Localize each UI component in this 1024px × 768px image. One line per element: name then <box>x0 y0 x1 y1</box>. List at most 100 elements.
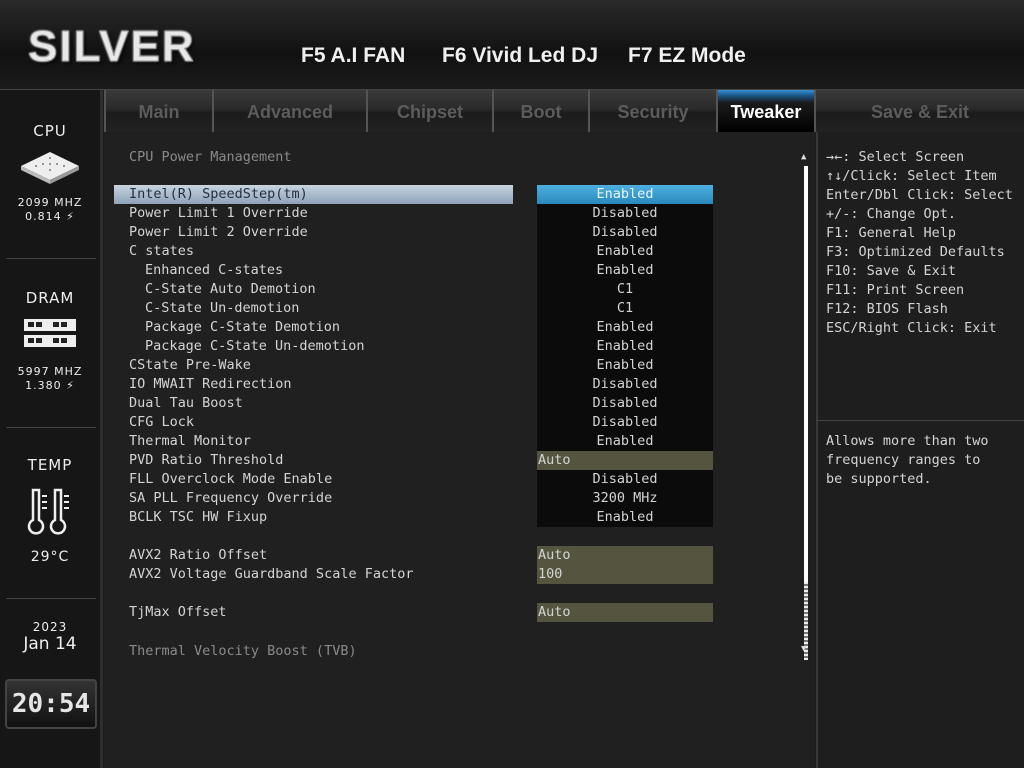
setting-value-select[interactable]: Disabled <box>537 223 713 242</box>
setting-row[interactable]: Power Limit 2 Override Disabled <box>114 223 714 242</box>
setting-row[interactable]: Dual Tau Boost Disabled <box>114 394 714 413</box>
setting-value-input[interactable]: Auto <box>537 546 713 565</box>
setting-row[interactable]: SA PLL Frequency Override 3200 MHz <box>114 489 714 508</box>
setting-row[interactable]: PVD Ratio Threshold Auto <box>114 451 714 470</box>
setting-label: AVX2 Voltage Guardband Scale Factor <box>129 566 414 582</box>
setting-row[interactable]: IO MWAIT Redirection Disabled <box>114 375 714 394</box>
setting-row[interactable]: Thermal Monitor Enabled <box>114 432 714 451</box>
temperature-value: 29°C <box>30 549 70 565</box>
setting-value-select[interactable]: Disabled <box>537 413 713 432</box>
setting-value-select[interactable]: Enabled <box>537 356 713 375</box>
setting-value-select[interactable]: Enabled <box>537 242 713 261</box>
setting-label: Package C-State Un-demotion <box>145 338 365 354</box>
setting-row[interactable]: BCLK TSC HW Fixup Enabled <box>114 508 714 527</box>
tab-main[interactable]: Main <box>104 90 212 132</box>
tab-save-exit[interactable]: Save & Exit <box>814 90 1024 132</box>
setting-row[interactable]: Package C-State Demotion Enabled <box>114 318 714 337</box>
setting-value-input[interactable]: Auto <box>537 603 713 622</box>
setting-row[interactable]: Power Limit 1 Override Disabled <box>114 204 714 223</box>
tab-chipset[interactable]: Chipset <box>366 90 492 132</box>
vivid-led-dj-button[interactable]: F6 Vivid Led DJ <box>442 44 598 68</box>
tab-bar: Main Advanced Chipset Boot Security Tweaker Sa… <box>104 90 1024 132</box>
setting-value-select[interactable]: Disabled <box>537 375 713 394</box>
setting-label: Power Limit 2 Override <box>129 224 308 240</box>
setting-label: Power Limit 1 Override <box>129 205 308 221</box>
setting-label: C states <box>129 243 195 259</box>
divider <box>6 258 96 259</box>
help-key-line: F12: BIOS Flash <box>826 301 948 317</box>
setting-value-select[interactable]: Enabled <box>537 432 713 451</box>
tab-security[interactable]: Security <box>588 90 716 132</box>
clock: 20:54 <box>5 679 97 729</box>
setting-label: CState Pre-Wake <box>129 357 251 373</box>
settings-panel: CPU Power Management Intel(R) SpeedStep(… <box>104 132 815 768</box>
setting-value-select[interactable]: Enabled <box>537 508 713 527</box>
setting-row[interactable]: CState Pre-Wake Enabled <box>114 356 714 375</box>
setting-value-select[interactable]: Disabled <box>537 394 713 413</box>
cpu-chip-icon <box>21 152 79 184</box>
setting-label: Enhanced C-states <box>145 262 284 278</box>
item-description: Allows more than two frequency ranges to b… <box>826 432 989 489</box>
date-display: 2023 Jan 14 <box>0 620 100 654</box>
setting-value-select[interactable]: C1 <box>537 299 713 318</box>
cpu-frequency: 2099 MHZ <box>17 196 83 209</box>
setting-label: Package C-State Demotion <box>145 319 341 335</box>
setting-value-select[interactable]: Disabled <box>537 470 713 489</box>
dram-title: DRAM <box>25 289 75 307</box>
scroll-down-arrow-icon[interactable]: ▼ <box>801 644 806 654</box>
setting-label: C-State Auto Demotion <box>145 281 316 297</box>
setting-label: PVD Ratio Threshold <box>129 452 284 468</box>
scroll-up-arrow-icon[interactable]: ▲ <box>801 152 806 162</box>
setting-value-select[interactable]: Enabled <box>537 185 713 204</box>
setting-row[interactable]: C-State Auto Demotion C1 <box>114 280 714 299</box>
cpu-title: CPU <box>33 122 67 140</box>
ai-fan-button[interactable]: F5 A.I FAN <box>301 44 405 68</box>
help-key-line: +/-: Change Opt. <box>826 206 957 222</box>
setting-row[interactable]: Package C-State Un-demotion Enabled <box>114 337 714 356</box>
setting-row[interactable]: AVX2 Ratio Offset Auto <box>114 546 714 565</box>
tvb-submenu-link[interactable]: Thermal Velocity Boost (TVB) <box>129 643 357 659</box>
setting-row[interactable]: AVX2 Voltage Guardband Scale Factor 100 <box>114 565 714 584</box>
divider <box>6 427 96 428</box>
setting-row[interactable]: Enhanced C-states Enabled <box>114 261 714 280</box>
setting-value-input[interactable]: Auto <box>537 451 713 470</box>
memory-module-icon <box>24 319 76 347</box>
status-sidebar: CPU 2099 MHZ 0.814 ⚡ DRAM 5997 MHZ 1.380… <box>0 90 103 768</box>
setting-label: SA PLL Frequency Override <box>129 490 333 506</box>
setting-row[interactable]: FLL Overclock Mode Enable Disabled <box>114 470 714 489</box>
help-key-line: →←: Select Screen <box>826 149 965 165</box>
setting-value-select[interactable]: Disabled <box>537 204 713 223</box>
month-day: Jan 14 <box>23 634 77 654</box>
setting-value-select[interactable]: Enabled <box>537 261 713 280</box>
dram-voltage: 1.380 ⚡ <box>25 379 75 392</box>
help-key-line: Enter/Dbl Click: Select <box>826 187 1013 203</box>
setting-row[interactable]: C states Enabled <box>114 242 714 261</box>
setting-value-select[interactable]: Enabled <box>537 337 713 356</box>
setting-label: Thermal Monitor <box>129 433 251 449</box>
help-key-line: F1: General Help <box>826 225 957 241</box>
divider <box>6 598 96 599</box>
setting-value-select[interactable]: C1 <box>537 280 713 299</box>
tab-advanced[interactable]: Advanced <box>212 90 366 132</box>
temp-status: TEMP 29°C <box>0 456 100 564</box>
setting-label: Intel(R) SpeedStep(tm) <box>114 185 513 204</box>
setting-label: C-State Un-demotion <box>145 300 300 316</box>
setting-value-select[interactable]: Enabled <box>537 318 713 337</box>
help-key-line: F11: Print Screen <box>826 282 965 298</box>
tab-boot[interactable]: Boot <box>492 90 588 132</box>
setting-row[interactable]: Intel(R) SpeedStep(tm) Enabled <box>114 185 714 204</box>
setting-row[interactable]: TjMax Offset Auto <box>114 603 714 622</box>
scrollbar[interactable]: ▲ ▼ <box>801 152 811 660</box>
setting-row[interactable]: C-State Un-demotion C1 <box>114 299 714 318</box>
year: 2023 <box>32 620 68 634</box>
setting-value-select[interactable]: 3200 MHz <box>537 489 713 508</box>
description-line: be supported. <box>826 471 932 487</box>
brand-logo: SILVER <box>28 22 196 72</box>
setting-value-input[interactable]: 100 <box>537 565 713 584</box>
setting-label: FLL Overclock Mode Enable <box>129 471 333 487</box>
setting-row[interactable]: CFG Lock Disabled <box>114 413 714 432</box>
ez-mode-button[interactable]: F7 EZ Mode <box>628 44 746 68</box>
thermometer-icon <box>27 488 69 535</box>
tab-tweaker[interactable]: Tweaker <box>716 90 814 132</box>
setting-label: AVX2 Ratio Offset <box>129 547 268 563</box>
